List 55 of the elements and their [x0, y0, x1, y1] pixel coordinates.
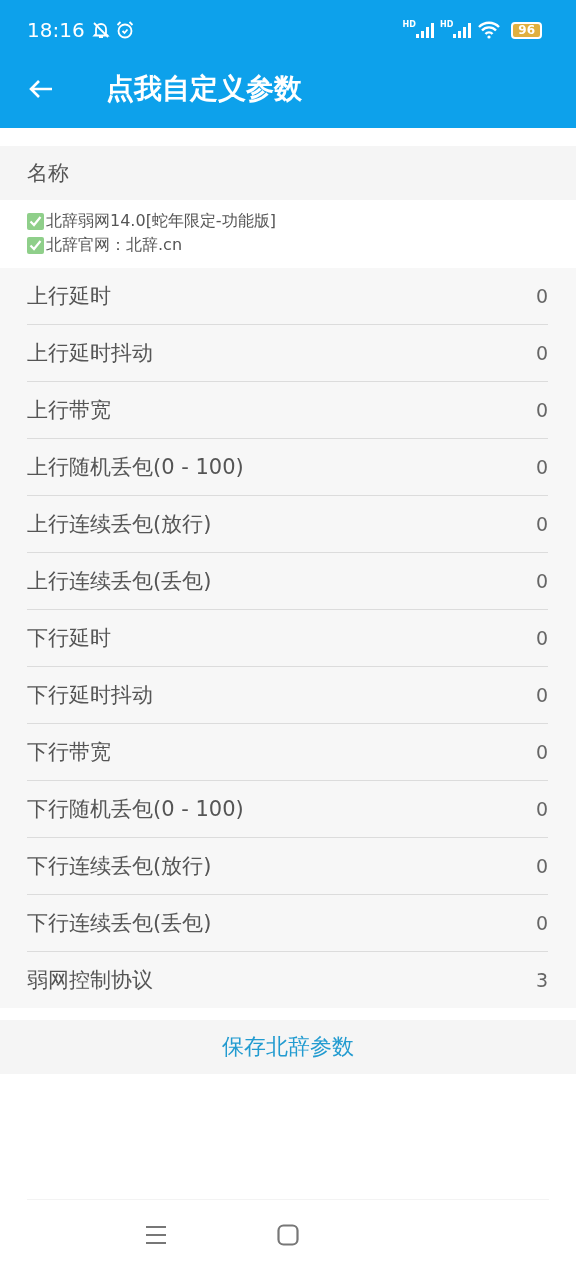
alarm-icon — [114, 20, 135, 40]
parameter-value: 0 — [535, 513, 548, 535]
parameter-row[interactable]: 下行带宽 0 — [27, 723, 548, 780]
home-icon[interactable] — [277, 1224, 299, 1246]
bell-off-icon — [90, 20, 111, 40]
parameter-row[interactable]: 下行随机丢包(0 - 100) 0 — [27, 780, 548, 837]
parameter-row[interactable]: 上行延时 0 — [27, 268, 548, 324]
section-header: 名称 — [0, 146, 576, 200]
parameter-label: 上行带宽 — [27, 397, 111, 424]
parameter-label: 下行带宽 — [27, 739, 111, 766]
parameter-value: 0 — [535, 342, 548, 364]
page-title: 点我自定义参数 — [106, 71, 302, 107]
parameter-row[interactable]: 下行连续丢包(放行) 0 — [27, 837, 548, 894]
parameter-label: 下行连续丢包(丢包) — [27, 910, 212, 937]
parameter-label: 上行延时 — [27, 283, 111, 310]
menu-icon[interactable] — [145, 1225, 167, 1245]
parameter-label: 下行随机丢包(0 - 100) — [27, 796, 244, 823]
battery-icon: 96 — [511, 21, 542, 39]
parameter-row[interactable]: 上行随机丢包(0 - 100) 0 — [27, 438, 548, 495]
parameter-value: 0 — [535, 912, 548, 934]
network-label: HD — [439, 20, 454, 29]
parameter-row[interactable]: 上行带宽 0 — [27, 381, 548, 438]
network-label: HD — [402, 20, 416, 29]
parameter-value: 0 — [535, 399, 548, 421]
parameter-row[interactable]: 上行连续丢包(丢包) 0 — [27, 552, 548, 609]
parameter-value: 0 — [535, 855, 548, 877]
parameter-label: 下行延时 — [27, 625, 111, 652]
parameter-row[interactable]: 上行连续丢包(放行) 0 — [27, 495, 548, 552]
signal-icon — [415, 22, 436, 38]
back-arrow-icon — [28, 78, 54, 100]
parameter-label: 上行延时抖动 — [27, 340, 153, 367]
parameter-row[interactable]: 弱网控制协议 3 — [27, 951, 548, 1008]
parameter-row[interactable]: 下行延时抖动 0 — [27, 666, 548, 723]
parameter-value: 0 — [535, 798, 548, 820]
parameter-label: 弱网控制协议 — [27, 967, 153, 994]
parameter-value: 0 — [535, 456, 548, 478]
signal-icon — [453, 22, 474, 38]
parameter-label: 上行随机丢包(0 - 100) — [27, 454, 244, 481]
parameter-label: 下行连续丢包(放行) — [27, 853, 212, 880]
note-text: 北辞弱网14.0[蛇年限定-功能版] — [46, 210, 276, 232]
parameter-value: 0 — [535, 570, 548, 592]
parameter-value: 0 — [535, 285, 548, 307]
parameter-row[interactable]: 下行连续丢包(丢包) 0 — [27, 894, 548, 951]
parameter-value: 3 — [535, 969, 548, 991]
parameter-value: 0 — [535, 627, 548, 649]
parameter-row[interactable]: 上行延时抖动 0 — [27, 324, 548, 381]
parameter-value: 0 — [535, 684, 548, 706]
parameter-value: 0 — [535, 741, 548, 763]
parameter-row[interactable]: 下行延时 0 — [27, 609, 548, 666]
note-text: 北辞官网：北辞.cn — [46, 234, 183, 256]
parameter-label: 下行延时抖动 — [27, 682, 153, 709]
status-time: 18:16 — [27, 18, 85, 42]
parameter-label: 上行连续丢包(放行) — [27, 511, 212, 538]
wifi-icon — [477, 21, 502, 39]
parameter-label: 上行连续丢包(丢包) — [27, 568, 212, 595]
